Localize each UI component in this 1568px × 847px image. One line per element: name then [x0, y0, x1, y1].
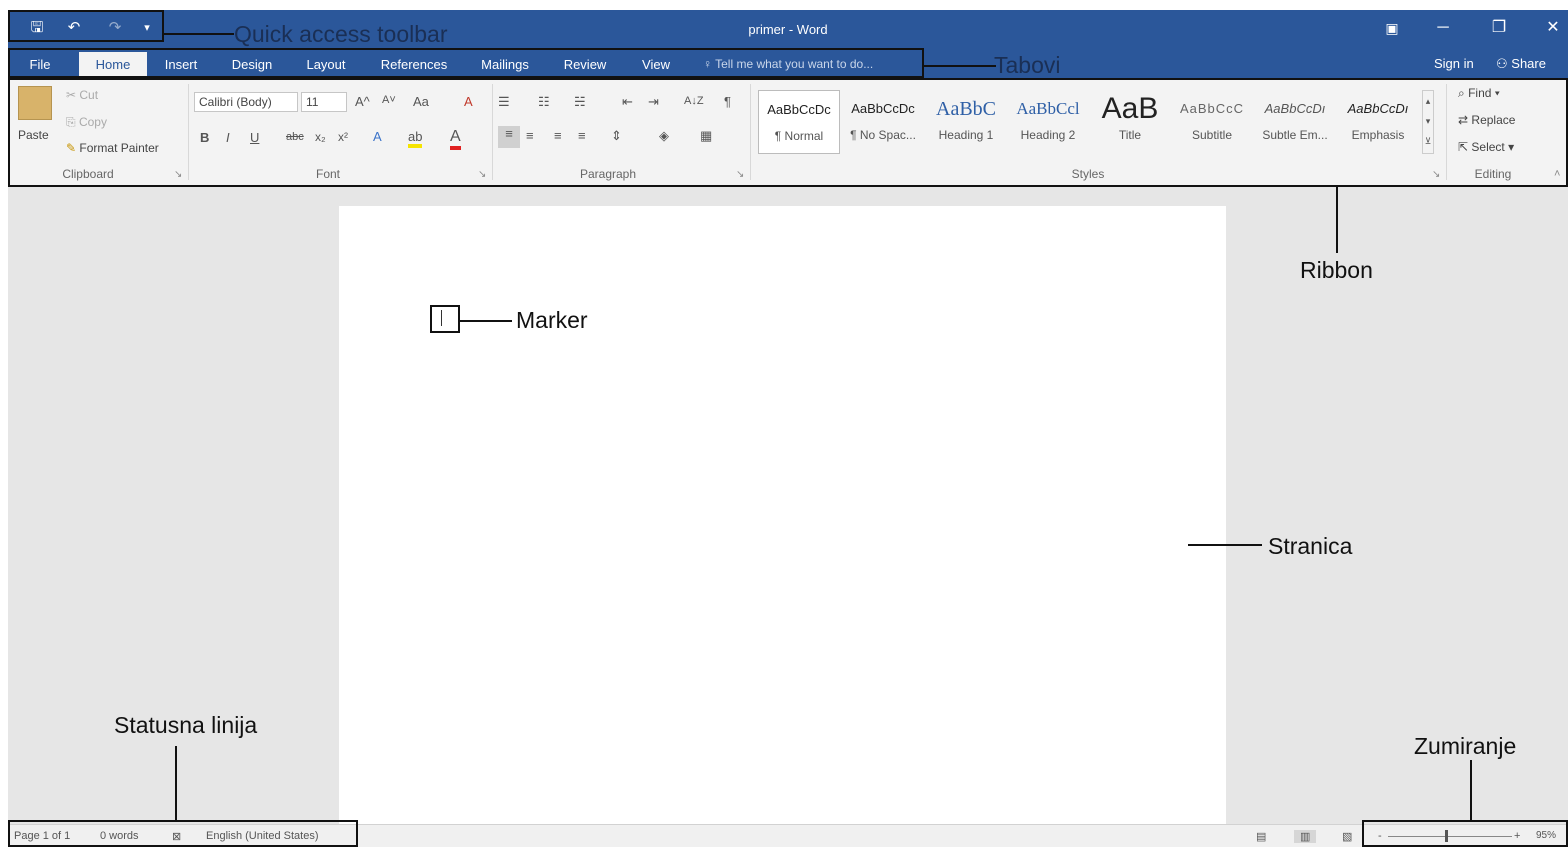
restore-icon[interactable]: ❐ — [1484, 16, 1514, 40]
tabs-highlight — [8, 48, 924, 78]
tabs-leader — [924, 65, 996, 67]
zoom-leader — [1470, 760, 1472, 820]
quick-access-callout: Quick access toolbar — [234, 21, 448, 47]
ribbon-display-options-icon[interactable]: ▣ — [1377, 16, 1407, 40]
minimize-icon[interactable]: ─ — [1428, 16, 1458, 40]
window-title: primer - Word — [748, 22, 828, 37]
web-layout-icon[interactable]: ▧ — [1342, 830, 1352, 843]
read-mode-icon[interactable]: ▤ — [1256, 830, 1266, 843]
share-button[interactable]: ⚇ Share — [1496, 56, 1546, 72]
sign-in-link[interactable]: Sign in — [1434, 56, 1474, 71]
print-layout-icon[interactable]: ▥ — [1294, 830, 1317, 843]
quick-access-highlight — [8, 10, 164, 42]
document-page[interactable] — [339, 206, 1226, 847]
share-label: Share — [1511, 56, 1546, 71]
statusbar-leader — [175, 746, 177, 820]
page-leader — [1188, 544, 1262, 546]
marker-callout: Marker — [516, 307, 588, 333]
close-icon[interactable]: ✕ — [1538, 16, 1568, 40]
ribbon-highlight — [8, 78, 1568, 187]
ribbon-callout: Ribbon — [1300, 257, 1373, 283]
page-callout: Stranica — [1268, 533, 1353, 559]
marker-leader — [460, 320, 512, 322]
statusbar-highlight — [8, 820, 358, 847]
text-cursor — [441, 310, 442, 326]
person-icon: ⚇ — [1496, 56, 1508, 71]
quick-access-leader — [164, 33, 234, 35]
ribbon-leader — [1336, 187, 1338, 253]
zoom-highlight — [1362, 820, 1568, 847]
tabs-callout: Tabovi — [994, 52, 1061, 78]
zoom-callout: Zumiranje — [1414, 733, 1517, 759]
marker-highlight — [430, 305, 460, 333]
statusbar-callout: Statusna linija — [114, 712, 258, 738]
